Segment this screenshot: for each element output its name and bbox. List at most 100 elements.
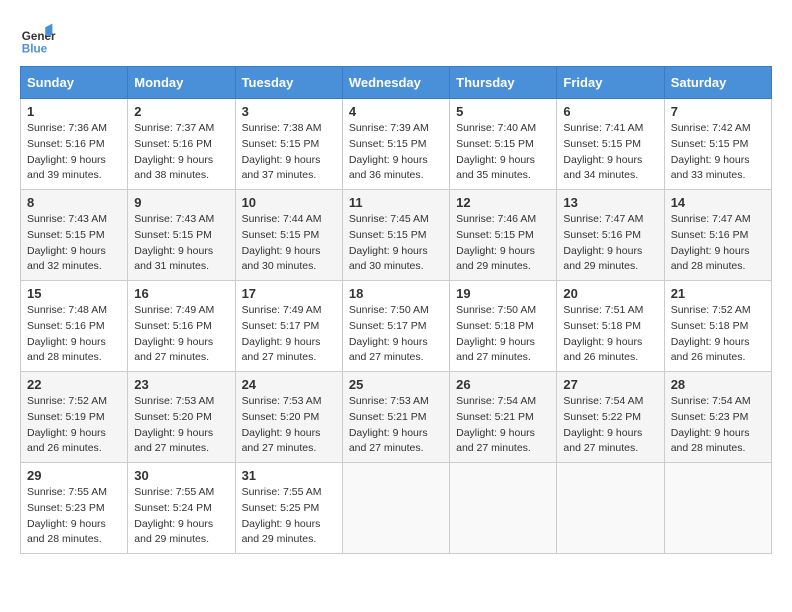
calendar-cell: 12 Sunrise: 7:46 AMSunset: 5:15 PMDaylig… — [450, 190, 557, 281]
day-number: 21 — [671, 286, 765, 301]
day-number: 27 — [563, 377, 657, 392]
day-detail: Sunrise: 7:55 AMSunset: 5:24 PMDaylight:… — [134, 486, 214, 545]
day-number: 3 — [242, 104, 336, 119]
day-number: 10 — [242, 195, 336, 210]
weekday-header-sunday: Sunday — [21, 67, 128, 99]
weekday-header-monday: Monday — [128, 67, 235, 99]
day-detail: Sunrise: 7:53 AMSunset: 5:21 PMDaylight:… — [349, 395, 429, 454]
calendar-cell: 26 Sunrise: 7:54 AMSunset: 5:21 PMDaylig… — [450, 372, 557, 463]
logo-icon: General Blue — [20, 20, 56, 56]
day-detail: Sunrise: 7:48 AMSunset: 5:16 PMDaylight:… — [27, 304, 107, 363]
day-detail: Sunrise: 7:45 AMSunset: 5:15 PMDaylight:… — [349, 213, 429, 272]
calendar-cell — [557, 463, 664, 554]
calendar-week-2: 8 Sunrise: 7:43 AMSunset: 5:15 PMDayligh… — [21, 190, 772, 281]
day-detail: Sunrise: 7:39 AMSunset: 5:15 PMDaylight:… — [349, 122, 429, 181]
day-number: 31 — [242, 468, 336, 483]
weekday-header-wednesday: Wednesday — [342, 67, 449, 99]
day-detail: Sunrise: 7:44 AMSunset: 5:15 PMDaylight:… — [242, 213, 322, 272]
calendar-cell: 22 Sunrise: 7:52 AMSunset: 5:19 PMDaylig… — [21, 372, 128, 463]
calendar-cell: 10 Sunrise: 7:44 AMSunset: 5:15 PMDaylig… — [235, 190, 342, 281]
day-number: 22 — [27, 377, 121, 392]
day-detail: Sunrise: 7:55 AMSunset: 5:23 PMDaylight:… — [27, 486, 107, 545]
calendar-table: SundayMondayTuesdayWednesdayThursdayFrid… — [20, 66, 772, 554]
day-detail: Sunrise: 7:37 AMSunset: 5:16 PMDaylight:… — [134, 122, 214, 181]
day-detail: Sunrise: 7:50 AMSunset: 5:18 PMDaylight:… — [456, 304, 536, 363]
calendar-cell: 30 Sunrise: 7:55 AMSunset: 5:24 PMDaylig… — [128, 463, 235, 554]
day-number: 25 — [349, 377, 443, 392]
day-detail: Sunrise: 7:54 AMSunset: 5:23 PMDaylight:… — [671, 395, 751, 454]
day-detail: Sunrise: 7:36 AMSunset: 5:16 PMDaylight:… — [27, 122, 107, 181]
day-detail: Sunrise: 7:51 AMSunset: 5:18 PMDaylight:… — [563, 304, 643, 363]
calendar-cell: 16 Sunrise: 7:49 AMSunset: 5:16 PMDaylig… — [128, 281, 235, 372]
weekday-header-friday: Friday — [557, 67, 664, 99]
day-number: 19 — [456, 286, 550, 301]
calendar-cell: 18 Sunrise: 7:50 AMSunset: 5:17 PMDaylig… — [342, 281, 449, 372]
day-number: 6 — [563, 104, 657, 119]
calendar-cell: 28 Sunrise: 7:54 AMSunset: 5:23 PMDaylig… — [664, 372, 771, 463]
calendar-cell — [450, 463, 557, 554]
day-number: 4 — [349, 104, 443, 119]
page-header: General Blue — [20, 20, 772, 56]
day-number: 13 — [563, 195, 657, 210]
day-detail: Sunrise: 7:41 AMSunset: 5:15 PMDaylight:… — [563, 122, 643, 181]
day-number: 8 — [27, 195, 121, 210]
calendar-week-1: 1 Sunrise: 7:36 AMSunset: 5:16 PMDayligh… — [21, 99, 772, 190]
day-number: 16 — [134, 286, 228, 301]
calendar-week-4: 22 Sunrise: 7:52 AMSunset: 5:19 PMDaylig… — [21, 372, 772, 463]
logo: General Blue — [20, 20, 60, 56]
day-number: 28 — [671, 377, 765, 392]
day-detail: Sunrise: 7:49 AMSunset: 5:17 PMDaylight:… — [242, 304, 322, 363]
day-number: 26 — [456, 377, 550, 392]
calendar-cell: 17 Sunrise: 7:49 AMSunset: 5:17 PMDaylig… — [235, 281, 342, 372]
calendar-cell: 8 Sunrise: 7:43 AMSunset: 5:15 PMDayligh… — [21, 190, 128, 281]
day-detail: Sunrise: 7:54 AMSunset: 5:21 PMDaylight:… — [456, 395, 536, 454]
calendar-cell: 11 Sunrise: 7:45 AMSunset: 5:15 PMDaylig… — [342, 190, 449, 281]
calendar-cell — [664, 463, 771, 554]
day-detail: Sunrise: 7:52 AMSunset: 5:18 PMDaylight:… — [671, 304, 751, 363]
weekday-header-thursday: Thursday — [450, 67, 557, 99]
calendar-cell: 2 Sunrise: 7:37 AMSunset: 5:16 PMDayligh… — [128, 99, 235, 190]
day-number: 9 — [134, 195, 228, 210]
day-detail: Sunrise: 7:53 AMSunset: 5:20 PMDaylight:… — [134, 395, 214, 454]
day-number: 17 — [242, 286, 336, 301]
day-number: 2 — [134, 104, 228, 119]
calendar-cell — [342, 463, 449, 554]
day-detail: Sunrise: 7:53 AMSunset: 5:20 PMDaylight:… — [242, 395, 322, 454]
calendar-cell: 4 Sunrise: 7:39 AMSunset: 5:15 PMDayligh… — [342, 99, 449, 190]
day-detail: Sunrise: 7:55 AMSunset: 5:25 PMDaylight:… — [242, 486, 322, 545]
calendar-cell: 29 Sunrise: 7:55 AMSunset: 5:23 PMDaylig… — [21, 463, 128, 554]
day-detail: Sunrise: 7:43 AMSunset: 5:15 PMDaylight:… — [134, 213, 214, 272]
calendar-cell: 7 Sunrise: 7:42 AMSunset: 5:15 PMDayligh… — [664, 99, 771, 190]
day-detail: Sunrise: 7:47 AMSunset: 5:16 PMDaylight:… — [563, 213, 643, 272]
day-detail: Sunrise: 7:54 AMSunset: 5:22 PMDaylight:… — [563, 395, 643, 454]
weekday-header-tuesday: Tuesday — [235, 67, 342, 99]
calendar-cell: 5 Sunrise: 7:40 AMSunset: 5:15 PMDayligh… — [450, 99, 557, 190]
calendar-cell: 19 Sunrise: 7:50 AMSunset: 5:18 PMDaylig… — [450, 281, 557, 372]
calendar-cell: 6 Sunrise: 7:41 AMSunset: 5:15 PMDayligh… — [557, 99, 664, 190]
day-detail: Sunrise: 7:42 AMSunset: 5:15 PMDaylight:… — [671, 122, 751, 181]
day-number: 14 — [671, 195, 765, 210]
calendar-cell: 13 Sunrise: 7:47 AMSunset: 5:16 PMDaylig… — [557, 190, 664, 281]
calendar-week-5: 29 Sunrise: 7:55 AMSunset: 5:23 PMDaylig… — [21, 463, 772, 554]
calendar-cell: 24 Sunrise: 7:53 AMSunset: 5:20 PMDaylig… — [235, 372, 342, 463]
day-number: 18 — [349, 286, 443, 301]
day-number: 12 — [456, 195, 550, 210]
calendar-cell: 1 Sunrise: 7:36 AMSunset: 5:16 PMDayligh… — [21, 99, 128, 190]
svg-text:Blue: Blue — [22, 42, 48, 55]
day-number: 23 — [134, 377, 228, 392]
day-number: 24 — [242, 377, 336, 392]
day-number: 7 — [671, 104, 765, 119]
calendar-week-3: 15 Sunrise: 7:48 AMSunset: 5:16 PMDaylig… — [21, 281, 772, 372]
calendar-cell: 21 Sunrise: 7:52 AMSunset: 5:18 PMDaylig… — [664, 281, 771, 372]
day-detail: Sunrise: 7:46 AMSunset: 5:15 PMDaylight:… — [456, 213, 536, 272]
day-number: 29 — [27, 468, 121, 483]
calendar-cell: 20 Sunrise: 7:51 AMSunset: 5:18 PMDaylig… — [557, 281, 664, 372]
calendar-cell: 31 Sunrise: 7:55 AMSunset: 5:25 PMDaylig… — [235, 463, 342, 554]
day-number: 20 — [563, 286, 657, 301]
day-detail: Sunrise: 7:38 AMSunset: 5:15 PMDaylight:… — [242, 122, 322, 181]
calendar-cell: 25 Sunrise: 7:53 AMSunset: 5:21 PMDaylig… — [342, 372, 449, 463]
day-detail: Sunrise: 7:49 AMSunset: 5:16 PMDaylight:… — [134, 304, 214, 363]
weekday-header-saturday: Saturday — [664, 67, 771, 99]
day-detail: Sunrise: 7:40 AMSunset: 5:15 PMDaylight:… — [456, 122, 536, 181]
day-number: 1 — [27, 104, 121, 119]
